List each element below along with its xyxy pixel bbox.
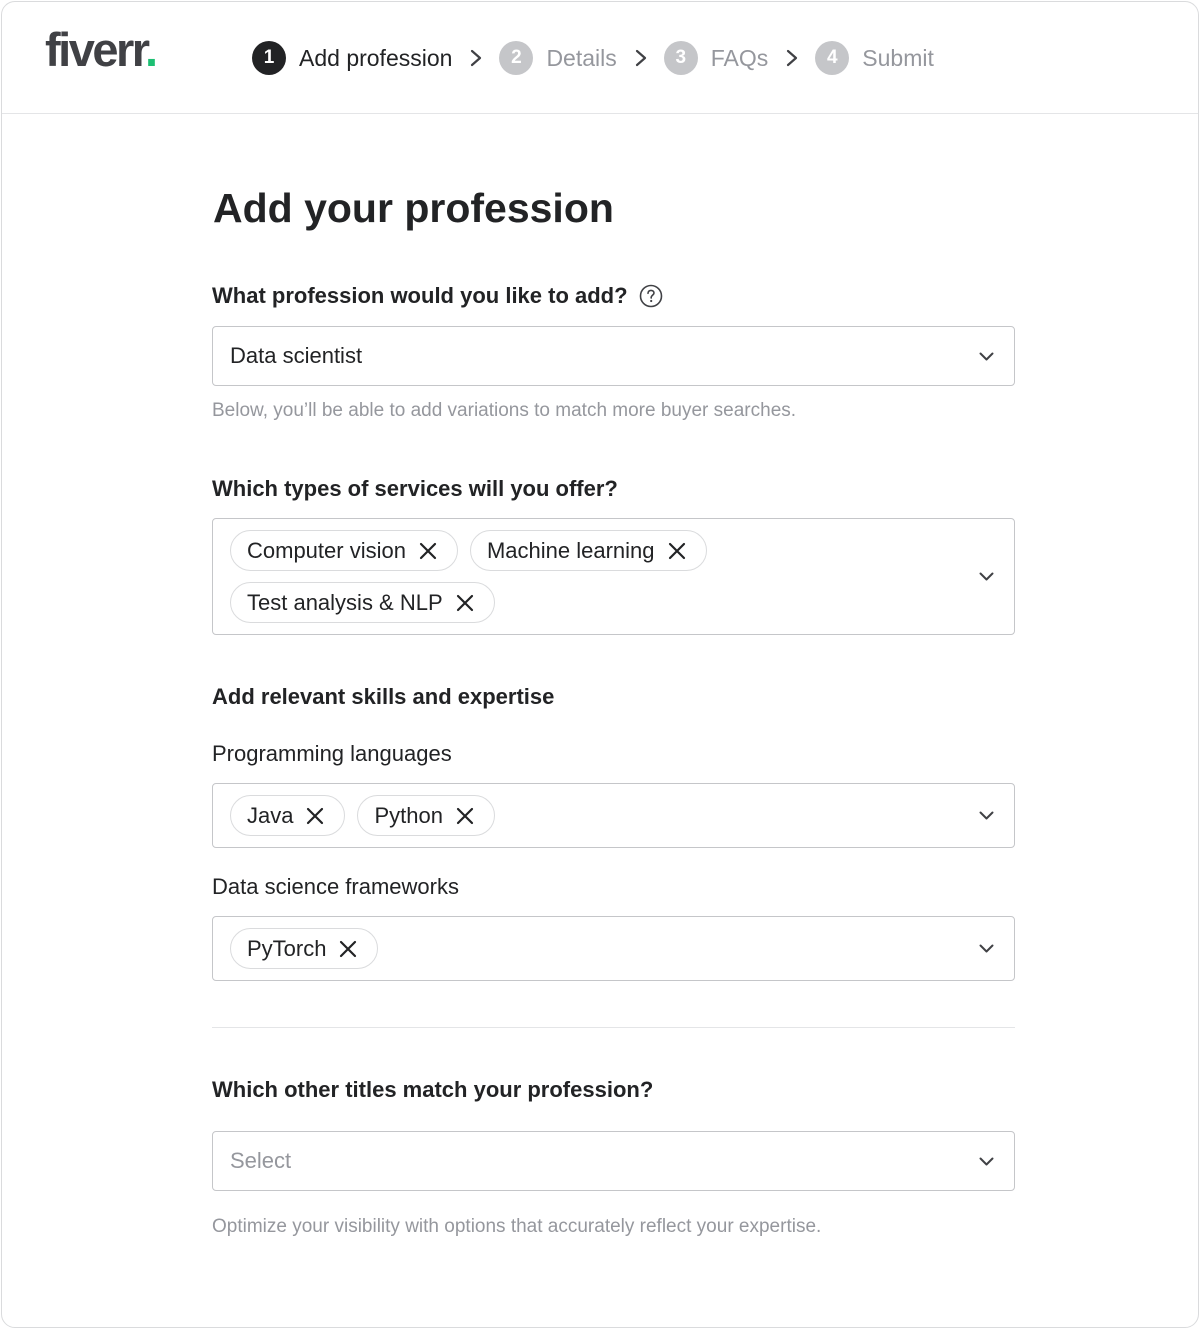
chip-test-analysis-nlp: Test analysis & NLP xyxy=(230,582,495,623)
step-faqs[interactable]: 3 FAQs xyxy=(663,41,769,75)
chip-machine-learning: Machine learning xyxy=(469,530,707,571)
chevron-down-icon xyxy=(979,811,994,820)
chip-label: Java xyxy=(247,802,294,828)
services-chip-list: Computer vision Machine learning Test an… xyxy=(230,530,790,623)
close-icon[interactable] xyxy=(456,594,474,612)
step-details[interactable]: 2 Details xyxy=(499,41,617,75)
services-multiselect[interactable]: Computer vision Machine learning Test an… xyxy=(212,518,1015,635)
question-circle-icon[interactable] xyxy=(639,284,663,308)
step-label: Submit xyxy=(862,44,934,71)
app-frame: fiverr. 1 Add profession 2 Details 3 FAQ… xyxy=(1,1,1199,1328)
close-icon[interactable] xyxy=(339,940,357,958)
chevron-down-icon xyxy=(979,944,994,953)
programming-languages-label: Programming languages xyxy=(212,741,452,766)
step-label: Details xyxy=(546,44,617,71)
chip-label: Test analysis & NLP xyxy=(247,589,443,615)
other-titles-hint: Optimize your visibility with options th… xyxy=(212,1216,822,1237)
step-number: 4 xyxy=(815,41,850,75)
data-science-frameworks-label: Data science frameworks xyxy=(212,874,459,899)
chevron-down-icon xyxy=(979,1157,994,1166)
profession-select-value: Data scientist xyxy=(230,343,363,368)
chevron-right-icon xyxy=(634,47,648,69)
chevron-down-icon xyxy=(979,352,994,361)
top-header: fiverr. 1 Add profession 2 Details 3 FAQ… xyxy=(2,2,1198,114)
page-title: Add your profession xyxy=(213,185,614,231)
section-divider xyxy=(212,1027,1015,1028)
step-number: 1 xyxy=(252,41,286,75)
step-number: 3 xyxy=(663,41,698,75)
logo-text: fiverr xyxy=(45,23,147,76)
profession-select[interactable]: Data scientist xyxy=(212,326,1015,386)
chip-label: Computer vision xyxy=(247,537,406,563)
other-titles-question: Which other titles match your profession… xyxy=(212,1077,654,1102)
programming-chip-list: Java Python xyxy=(230,795,950,836)
other-titles-select[interactable]: Select xyxy=(212,1131,1015,1191)
step-number: 2 xyxy=(499,41,534,75)
profession-question: What profession would you like to add? xyxy=(212,283,663,309)
profession-hint: Below, you’ll be able to add variations … xyxy=(212,400,797,421)
step-add-profession[interactable]: 1 Add profession xyxy=(252,41,452,75)
logo-dot: . xyxy=(144,23,158,76)
close-icon[interactable] xyxy=(306,807,324,825)
fiverr-logo[interactable]: fiverr. xyxy=(45,23,158,76)
chip-pytorch: PyTorch xyxy=(230,928,379,969)
frameworks-chip-list: PyTorch xyxy=(230,928,950,969)
chip-python: Python xyxy=(357,795,495,836)
chip-computer-vision: Computer vision xyxy=(230,530,458,571)
chip-label: Python xyxy=(374,802,443,828)
close-icon[interactable] xyxy=(668,542,686,560)
close-icon[interactable] xyxy=(456,807,474,825)
chevron-down-icon xyxy=(979,572,994,581)
chevron-right-icon xyxy=(469,47,483,69)
progress-steps: 1 Add profession 2 Details 3 FAQs 4 Subm… xyxy=(252,40,934,76)
chip-label: Machine learning xyxy=(486,537,655,563)
step-submit[interactable]: 4 Submit xyxy=(815,41,934,75)
close-icon[interactable] xyxy=(419,542,437,560)
chip-java: Java xyxy=(230,795,346,836)
step-label: Add profession xyxy=(299,44,453,71)
profession-question-label: What profession would you like to add? xyxy=(212,283,628,308)
step-label: FAQs xyxy=(710,44,769,71)
chevron-right-icon xyxy=(785,47,799,69)
other-titles-placeholder: Select xyxy=(230,1148,292,1173)
chip-label: PyTorch xyxy=(247,935,327,961)
frameworks-multiselect[interactable]: PyTorch xyxy=(212,916,1015,981)
programming-languages-multiselect[interactable]: Java Python xyxy=(212,783,1015,848)
skills-heading: Add relevant skills and expertise xyxy=(212,684,555,709)
services-question: Which types of services will you offer? xyxy=(212,476,618,501)
